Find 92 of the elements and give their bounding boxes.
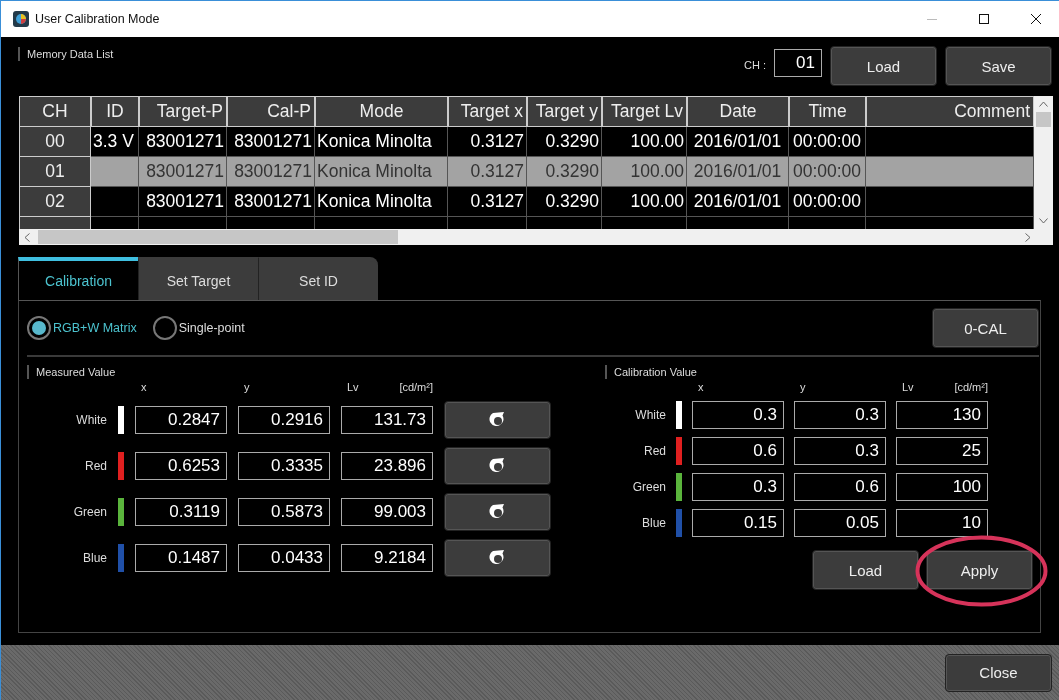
measure-button[interactable] [444,539,551,577]
radio-option[interactable]: Single-point [152,316,245,340]
column-header: x [140,381,148,393]
value-field[interactable]: 9.2184 [341,544,433,572]
scroll-right-icon [1025,232,1031,242]
row-label: Red [643,444,666,458]
row-label: White [75,413,107,427]
column-header[interactable]: Time [789,96,866,127]
value-field[interactable]: 0.3 [692,401,784,429]
calibration-button[interactable]: Load [812,550,919,590]
app-icon [13,11,29,27]
close-button[interactable]: Close [945,653,1052,692]
channel-label: CH : [744,59,766,71]
scroll-down-icon [1039,218,1048,224]
value-field[interactable]: 0.15 [692,509,784,537]
column-header[interactable]: Cal-P [227,96,315,127]
column-header[interactable]: Target Lv [602,96,687,127]
value-field[interactable]: 130 [896,401,988,429]
maximize-icon [979,14,989,24]
value-field[interactable]: 0.6253 [135,452,227,480]
minimize-icon [927,18,937,20]
tab[interactable]: Set ID [258,257,378,300]
column-header[interactable]: CH [19,96,91,127]
column-header[interactable]: Comment [866,96,1034,127]
column-header: y [243,381,251,393]
group-label: Calibration Value [605,365,1035,379]
value-field[interactable]: 0.3 [794,437,886,465]
scroll-up-icon [1039,101,1048,107]
value-field[interactable]: 0.6 [692,437,784,465]
column-header[interactable]: Target x [448,96,527,127]
value-field[interactable]: 100 [896,473,988,501]
scrollbar-thumb[interactable] [1036,112,1051,127]
value-field[interactable]: 25 [896,437,988,465]
value-field[interactable]: 131.73 [341,406,433,434]
table-cell: 00 [19,127,91,157]
measure-button[interactable] [444,447,551,485]
value-field[interactable]: 0.5873 [238,498,330,526]
table-row[interactable]: 02 83001271 83001271 Konica Minolta 0.3127 0.3290 100.00 2016/01/01 00:00:00 [19,187,1034,217]
column-header[interactable]: ID [91,96,139,127]
value-field[interactable]: 99.003 [341,498,433,526]
row-label: Green [631,480,666,494]
channel-field[interactable]: 01 [774,49,822,77]
group-label: Measured Value [27,365,605,379]
measure-button[interactable] [444,493,551,531]
value-field[interactable]: 0.2916 [238,406,330,434]
column-header[interactable]: Target y [527,96,602,127]
column-header: x [697,381,705,393]
value-field[interactable]: 0.2847 [135,406,227,434]
value-field[interactable]: 10 [896,509,988,537]
row-label: Blue [81,551,107,565]
radio-button[interactable] [152,316,177,340]
table-cell: 01 [19,157,91,187]
table-cell: 02 [19,187,91,217]
value-field[interactable]: 0.05 [794,509,886,537]
tab[interactable]: Calibration [18,257,138,300]
value-field[interactable]: 0.3 [794,401,886,429]
value-field[interactable]: 0.3119 [135,498,227,526]
unit-label: [cd/m²] [399,381,433,393]
row-label: Green [72,505,107,519]
calibration-button[interactable]: Apply [926,550,1033,590]
radio-option[interactable]: RGB+W Matrix [27,316,137,340]
unit-label: [cd/m²] [954,381,988,393]
value-field[interactable]: 0.3335 [238,452,330,480]
row-label: Red [84,459,107,473]
memory-button[interactable]: Save [945,46,1052,86]
memory-button[interactable]: Load [830,46,937,86]
vertical-scrollbar[interactable] [1034,96,1053,229]
table-row[interactable]: 01 83001271 83001271 Konica Minolta 0.3127 0.3290 100.00 2016/01/01 00:00:00 [19,157,1034,187]
value-field[interactable]: 0.6 [794,473,886,501]
window-title: User Calibration Mode [35,12,161,26]
column-header: y [799,381,807,393]
close-icon [1031,14,1041,24]
column-header[interactable]: Target-P [139,96,227,127]
column-header[interactable]: Date [687,96,789,127]
scrollbar-thumb[interactable] [38,230,398,244]
value-field[interactable]: 23.896 [341,452,433,480]
value-field[interactable]: 0.1487 [135,544,227,572]
column-header: Lv [346,381,359,393]
value-field[interactable]: 0.0433 [238,544,330,572]
radio-button[interactable] [27,316,51,340]
column-header[interactable]: Mode [315,96,448,127]
column-header: Lv [901,381,914,393]
tab[interactable]: Set Target [138,257,258,300]
row-label: White [634,408,666,422]
value-field[interactable]: 0.3 [692,473,784,501]
measure-button[interactable] [444,401,551,439]
zero-cal-button[interactable]: 0-CAL [932,308,1039,348]
group-label: Memory Data List [18,47,114,61]
horizontal-scrollbar[interactable] [19,229,1053,245]
row-label: Blue [640,516,666,530]
table-row[interactable]: 00 3.3 V 83001271 83001271 Konica Minolta 0.3127 0.3290 100.00 2016/01/01 00:00:00 [19,127,1034,157]
scroll-left-icon [24,232,30,242]
